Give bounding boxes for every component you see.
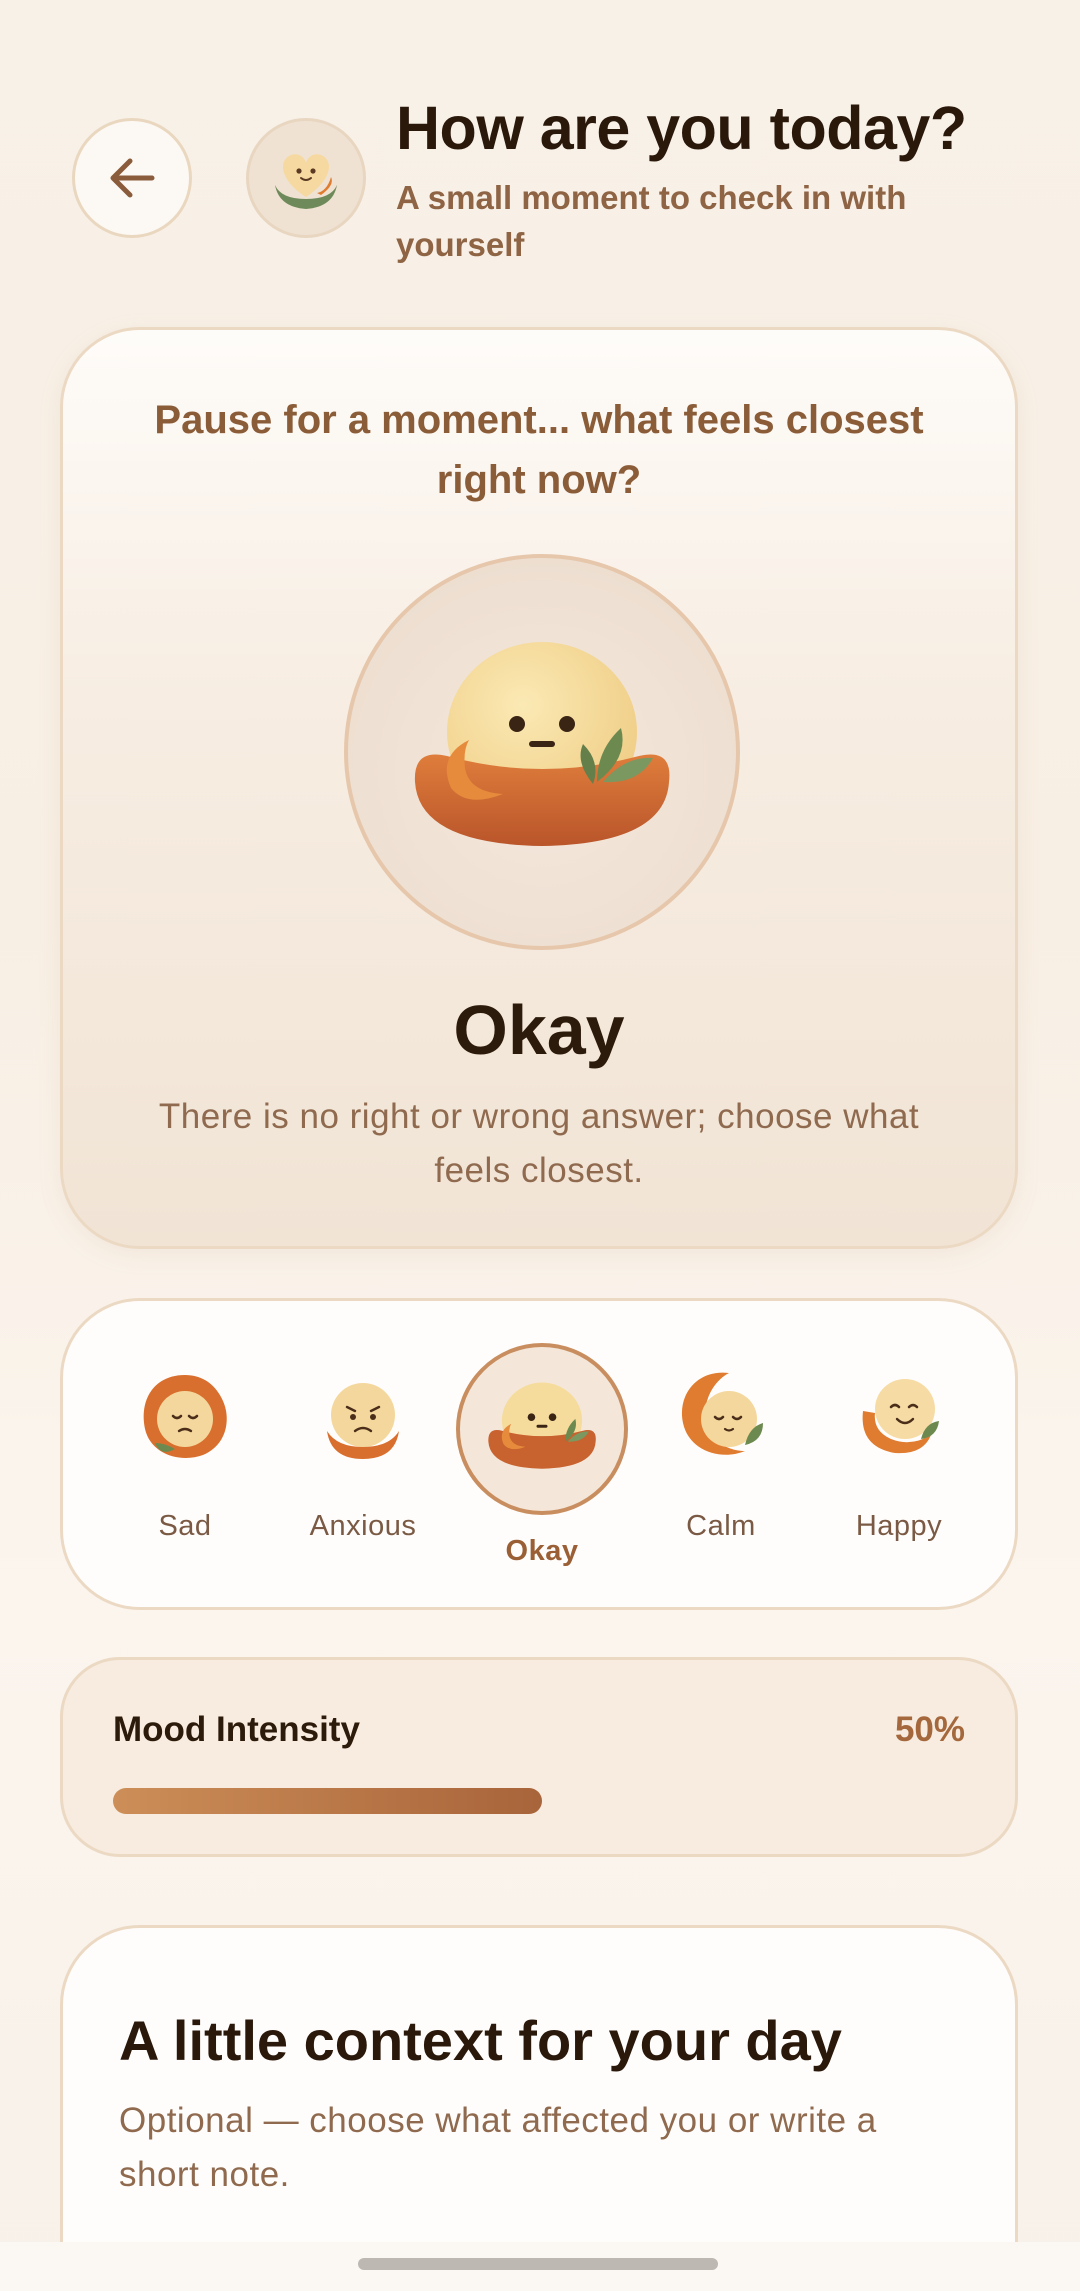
current-mood-card: Pause for a moment... what feels closest… — [60, 327, 1018, 1249]
mood-hero — [344, 554, 740, 950]
intensity-fill — [113, 1788, 542, 1814]
mood-option-label: Happy — [855, 1510, 943, 1542]
intensity-title: Mood Intensity — [113, 1710, 360, 1749]
mood-hint: There is no right or wrong answer; choos… — [158, 1097, 920, 1190]
context-title: A little context for your day — [119, 2009, 842, 2072]
home-indicator[interactable] — [358, 2258, 718, 2270]
happy-face-icon — [862, 1379, 939, 1454]
sad-face-icon — [143, 1375, 227, 1458]
okay-face-icon — [414, 642, 670, 846]
mood-option-calm[interactable]: Calm — [631, 1301, 811, 1613]
mood-intensity-card: Mood Intensity 50% — [60, 1657, 1018, 1857]
mood-option-label: Calm — [686, 1510, 756, 1542]
selected-mood-ring — [456, 1343, 628, 1515]
mood-checkin-screen: How are you today? A small moment to che… — [0, 0, 1080, 2291]
intensity-value: 50% — [894, 1710, 965, 1749]
mood-option-anxious[interactable]: Anxious — [273, 1301, 453, 1613]
context-card: A little context for your day Optional —… — [60, 1925, 1018, 2291]
mood-option-happy[interactable]: Happy — [809, 1301, 989, 1613]
header-avatar — [246, 118, 366, 238]
intensity-slider[interactable] — [113, 1788, 971, 1814]
heart-face-icon — [275, 154, 337, 209]
calm-face-icon — [681, 1372, 763, 1455]
page-title: How are you today? — [396, 94, 967, 162]
mood-selector: Sad Anxious Okay Calm Happy — [60, 1298, 1018, 1610]
mood-prompt: Pause for a moment... what feels closest… — [154, 398, 924, 502]
mood-option-label: Sad — [158, 1510, 212, 1542]
page-subtitle: A small moment to check in with yourself — [396, 179, 907, 263]
anxious-face-icon — [327, 1383, 399, 1459]
selected-mood-label: Okay — [453, 991, 625, 1069]
context-subtitle: Optional — choose what affected you or w… — [119, 2101, 877, 2194]
mood-option-label: Okay — [505, 1535, 579, 1567]
mood-option-okay[interactable]: Okay — [452, 1301, 632, 1613]
okay-face-icon — [488, 1382, 596, 1469]
header-text: How are you today? A small moment to che… — [396, 92, 1036, 268]
mood-option-label: Anxious — [309, 1510, 417, 1542]
mood-option-sad[interactable]: Sad — [95, 1301, 275, 1613]
back-button[interactable] — [72, 118, 192, 238]
arrow-left-icon — [110, 158, 155, 198]
